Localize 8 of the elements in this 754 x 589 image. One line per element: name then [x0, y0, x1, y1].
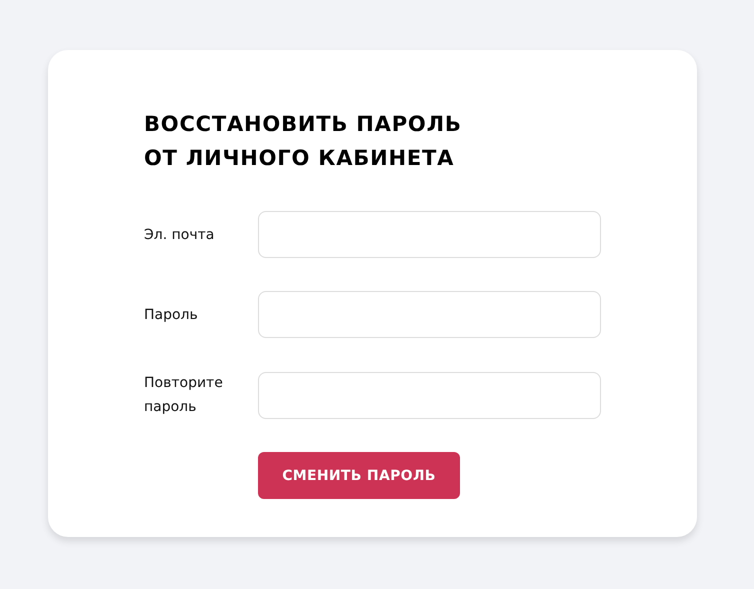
- input-field[interactable]: [258, 291, 601, 338]
- field-label: Пароль: [144, 306, 199, 324]
- field-label: Эл. почта: [144, 226, 216, 244]
- field-label: Повторите пароль: [144, 374, 224, 417]
- form-title: ВОССТАНОВИТЬ ПАРОЛЬ ОТ ЛИЧНОГО КАБИНЕТА: [144, 111, 463, 172]
- input-field[interactable]: [258, 372, 601, 418]
- input-field[interactable]: [258, 211, 601, 258]
- change-password-button[interactable]: СМЕНИТЬ ПАРОЛЬ: [258, 452, 460, 499]
